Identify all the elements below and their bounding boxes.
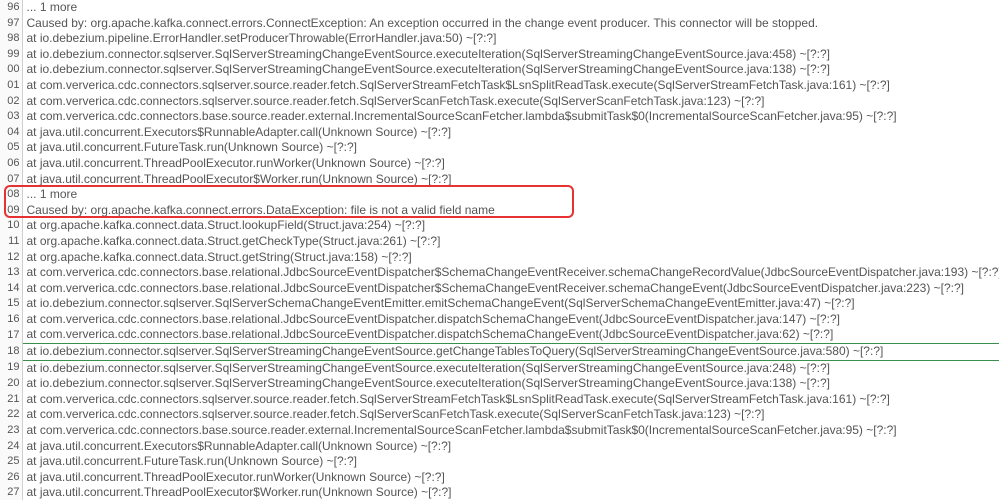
row-number[interactable]: 24 (0, 439, 22, 455)
log-row[interactable]: 07at java.util.concurrent.ThreadPoolExec… (0, 172, 999, 188)
log-row[interactable]: 16at com.ververica.cdc.connectors.base.r… (0, 312, 999, 328)
log-line[interactable]: at com.ververica.cdc.connectors.base.sou… (22, 423, 999, 439)
row-number[interactable]: 03 (0, 109, 22, 125)
log-line[interactable]: at java.util.concurrent.ThreadPoolExecut… (22, 485, 999, 500)
row-number[interactable]: 98 (0, 31, 22, 47)
row-number[interactable]: 27 (0, 485, 22, 500)
log-row[interactable]: 22at com.ververica.cdc.connectors.sqlser… (0, 407, 999, 423)
log-row[interactable]: 03at com.ververica.cdc.connectors.base.s… (0, 109, 999, 125)
log-line[interactable]: at io.debezium.connector.sqlserver.SqlSe… (22, 360, 999, 376)
log-line[interactable]: at com.ververica.cdc.connectors.base.rel… (22, 265, 999, 281)
log-row[interactable]: 97Caused by: org.apache.kafka.connect.er… (0, 16, 999, 32)
log-line[interactable]: at java.util.concurrent.Executors$Runnab… (22, 439, 999, 455)
log-row[interactable]: 12at org.apache.kafka.connect.data.Struc… (0, 250, 999, 266)
log-line[interactable]: ... 1 more (22, 187, 999, 203)
log-line[interactable]: at java.util.concurrent.FutureTask.run(U… (22, 454, 999, 470)
log-row[interactable]: 20at io.debezium.connector.sqlserver.Sql… (0, 376, 999, 392)
log-row[interactable]: 02at com.ververica.cdc.connectors.sqlser… (0, 94, 999, 110)
log-row[interactable]: 08... 1 more (0, 187, 999, 203)
row-number[interactable]: 19 (0, 360, 22, 376)
log-line[interactable]: at com.ververica.cdc.connectors.base.rel… (22, 312, 999, 328)
log-row[interactable]: 04at java.util.concurrent.Executors$Runn… (0, 125, 999, 141)
log-line[interactable]: at io.debezium.pipeline.ErrorHandler.set… (22, 31, 999, 47)
row-number[interactable]: 12 (0, 250, 22, 266)
log-row[interactable]: 21at com.ververica.cdc.connectors.sqlser… (0, 392, 999, 408)
log-row[interactable]: 23at com.ververica.cdc.connectors.base.s… (0, 423, 999, 439)
row-number[interactable]: 18 (0, 344, 22, 361)
row-number[interactable]: 00 (0, 62, 22, 78)
row-number[interactable]: 15 (0, 296, 22, 312)
log-row[interactable]: 00at io.debezium.connector.sqlserver.Sql… (0, 62, 999, 78)
log-line[interactable]: at java.util.concurrent.ThreadPoolExecut… (22, 470, 999, 486)
log-row[interactable]: 05at java.util.concurrent.FutureTask.run… (0, 140, 999, 156)
log-line[interactable]: at org.apache.kafka.connect.data.Struct.… (22, 250, 999, 266)
log-line[interactable]: ... 1 more (22, 0, 999, 16)
log-row[interactable]: 06at java.util.concurrent.ThreadPoolExec… (0, 156, 999, 172)
row-number[interactable]: 22 (0, 407, 22, 423)
row-number[interactable]: 10 (0, 218, 22, 234)
log-row[interactable]: 26at java.util.concurrent.ThreadPoolExec… (0, 470, 999, 486)
log-line[interactable]: at com.ververica.cdc.connectors.sqlserve… (22, 392, 999, 408)
log-row[interactable]: 25at java.util.concurrent.FutureTask.run… (0, 454, 999, 470)
row-number[interactable]: 17 (0, 327, 22, 343)
log-line[interactable]: at io.debezium.connector.sqlserver.SqlSe… (22, 62, 999, 78)
row-number[interactable]: 97 (0, 16, 22, 32)
log-row[interactable]: 10at org.apache.kafka.connect.data.Struc… (0, 218, 999, 234)
log-line[interactable]: at com.ververica.cdc.connectors.base.sou… (22, 109, 999, 125)
log-row[interactable]: 27at java.util.concurrent.ThreadPoolExec… (0, 485, 999, 500)
log-line[interactable]: at com.ververica.cdc.connectors.sqlserve… (22, 78, 999, 94)
log-row[interactable]: 19at io.debezium.connector.sqlserver.Sql… (0, 360, 999, 376)
row-number[interactable]: 25 (0, 454, 22, 470)
log-line[interactable]: Caused by: org.apache.kafka.connect.erro… (22, 16, 999, 32)
row-number[interactable]: 02 (0, 94, 22, 110)
log-line[interactable]: at java.util.concurrent.ThreadPoolExecut… (22, 156, 999, 172)
log-row[interactable]: 11at org.apache.kafka.connect.data.Struc… (0, 234, 999, 250)
log-row[interactable]: 15at io.debezium.connector.sqlserver.Sql… (0, 296, 999, 312)
row-number[interactable]: 20 (0, 376, 22, 392)
row-number[interactable]: 14 (0, 281, 22, 297)
row-number[interactable]: 23 (0, 423, 22, 439)
row-number[interactable]: 99 (0, 47, 22, 63)
row-number[interactable]: 11 (0, 234, 22, 250)
log-line[interactable]: at org.apache.kafka.connect.data.Struct.… (22, 218, 999, 234)
log-row[interactable]: 24at java.util.concurrent.Executors$Runn… (0, 439, 999, 455)
log-row[interactable]: 17at com.ververica.cdc.connectors.base.r… (0, 327, 999, 343)
log-line[interactable]: at java.util.concurrent.ThreadPoolExecut… (22, 172, 999, 188)
log-line[interactable]: at com.ververica.cdc.connectors.base.rel… (22, 281, 999, 297)
log-row[interactable]: 98at io.debezium.pipeline.ErrorHandler.s… (0, 31, 999, 47)
row-number[interactable]: 05 (0, 140, 22, 156)
log-row[interactable]: 18at io.debezium.connector.sqlserver.Sql… (0, 344, 999, 361)
log-row[interactable]: 09Caused by: org.apache.kafka.connect.er… (0, 203, 999, 219)
row-number[interactable]: 13 (0, 265, 22, 281)
log-line[interactable]: at io.debezium.connector.sqlserver.SqlSe… (22, 47, 999, 63)
log-row[interactable]: 13at com.ververica.cdc.connectors.base.r… (0, 265, 999, 281)
row-number[interactable]: 21 (0, 392, 22, 408)
row-number[interactable]: 96 (0, 0, 22, 16)
log-line[interactable]: at com.ververica.cdc.connectors.base.rel… (22, 327, 999, 343)
row-number[interactable]: 07 (0, 172, 22, 188)
row-number[interactable]: 01 (0, 78, 22, 94)
log-line[interactable]: at java.util.concurrent.Executors$Runnab… (22, 125, 999, 141)
log-line[interactable]: at com.ververica.cdc.connectors.sqlserve… (22, 407, 999, 423)
log-row[interactable]: 99at io.debezium.connector.sqlserver.Sql… (0, 47, 999, 63)
row-number[interactable]: 06 (0, 156, 22, 172)
row-number[interactable]: 16 (0, 312, 22, 328)
row-number[interactable]: 04 (0, 125, 22, 141)
log-line[interactable]: at java.util.concurrent.FutureTask.run(U… (22, 140, 999, 156)
log-line[interactable]: at org.apache.kafka.connect.data.Struct.… (22, 234, 999, 250)
row-number[interactable]: 09 (0, 203, 22, 219)
log-line[interactable]: at io.debezium.connector.sqlserver.SqlSe… (22, 376, 999, 392)
log-spreadsheet[interactable]: 96... 1 more97Caused by: org.apache.kafk… (0, 0, 999, 500)
log-line[interactable]: at io.debezium.connector.sqlserver.SqlSe… (22, 344, 999, 361)
row-number[interactable]: 26 (0, 470, 22, 486)
log-row[interactable]: 01at com.ververica.cdc.connectors.sqlser… (0, 78, 999, 94)
log-row[interactable]: 96... 1 more (0, 0, 999, 16)
log-line[interactable]: at io.debezium.connector.sqlserver.SqlSe… (22, 296, 999, 312)
row-number[interactable]: 08 (0, 187, 22, 203)
log-line[interactable]: Caused by: org.apache.kafka.connect.erro… (22, 203, 999, 219)
log-row[interactable]: 14at com.ververica.cdc.connectors.base.r… (0, 281, 999, 297)
log-line[interactable]: at com.ververica.cdc.connectors.sqlserve… (22, 94, 999, 110)
